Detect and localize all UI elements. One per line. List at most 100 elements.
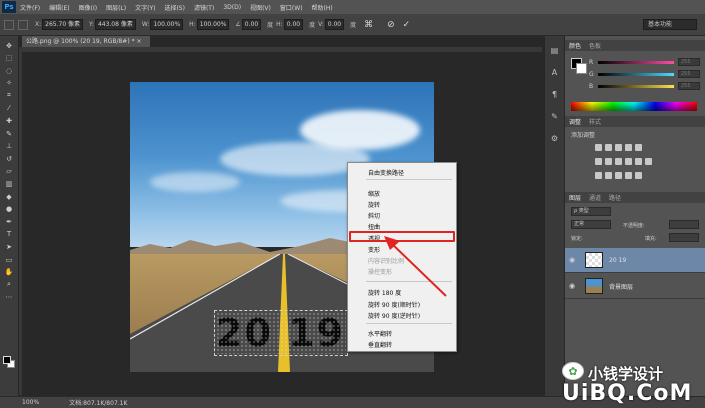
curves-icon[interactable] xyxy=(615,144,622,151)
properties-panel-icon[interactable]: ⚙ xyxy=(549,132,561,144)
foreground-color-swatch[interactable] xyxy=(3,356,11,364)
type-icon[interactable]: T xyxy=(2,229,16,240)
color-spectrum[interactable] xyxy=(571,102,697,111)
magic-wand-icon[interactable]: ✧ xyxy=(2,78,16,89)
slider-value[interactable]: 255 xyxy=(678,70,700,78)
tab-paths[interactable]: 路径 xyxy=(609,193,621,202)
gradient-map-icon[interactable] xyxy=(625,172,632,179)
v-skew-field[interactable]: 0.00 xyxy=(324,19,345,30)
slider-red[interactable]: R 255 xyxy=(589,58,700,66)
ctx-rotate-90-ccw[interactable]: 旋转 90 度(逆时针) xyxy=(368,311,420,320)
blur-icon[interactable]: ◆ xyxy=(2,191,16,202)
menu-window[interactable]: 窗口(W) xyxy=(280,3,303,12)
y-field[interactable]: 443.08 像素 xyxy=(94,19,136,30)
document-tab[interactable]: 公路.png @ 100% (20 19, RGB/8#) * × xyxy=(22,36,150,47)
opacity-field[interactable] xyxy=(669,220,699,229)
tab-color[interactable]: 颜色 xyxy=(569,41,581,50)
menu-edit[interactable]: 编辑(E) xyxy=(49,3,69,12)
menu-view[interactable]: 视图(V) xyxy=(250,3,271,12)
transform-tool-icon[interactable] xyxy=(4,19,14,30)
layer-row-text[interactable]: ◉ 20 19 xyxy=(565,248,705,273)
black-white-icon[interactable] xyxy=(615,158,622,165)
eyedropper-icon[interactable]: ⁄ xyxy=(2,103,16,114)
menu-3d[interactable]: 3D(D) xyxy=(223,4,241,11)
eye-icon[interactable]: ◉ xyxy=(565,282,579,290)
move-icon[interactable]: ✥ xyxy=(2,40,16,51)
width-field[interactable]: 100.00% xyxy=(150,19,184,30)
invert-icon[interactable] xyxy=(595,172,602,179)
fill-field[interactable] xyxy=(669,233,699,242)
edit-toolbar-icon[interactable]: ⋯ xyxy=(2,292,16,303)
layer-name[interactable]: 背景图层 xyxy=(609,282,633,291)
tab-layers[interactable]: 图层 xyxy=(569,193,581,202)
eye-icon[interactable]: ◉ xyxy=(565,256,579,264)
selective-color-icon[interactable] xyxy=(635,172,642,179)
layer-row-background[interactable]: ◉ 背景图层 xyxy=(565,274,705,299)
hand-icon[interactable]: ✋ xyxy=(2,267,16,278)
history-panel-icon[interactable]: ▤ xyxy=(549,44,561,56)
paragraph-panel-icon[interactable]: ¶ xyxy=(549,88,561,100)
character-panel-icon[interactable]: A xyxy=(549,66,561,78)
menu-layer[interactable]: 图层(L) xyxy=(106,3,126,12)
exposure-icon[interactable] xyxy=(625,144,632,151)
photo-filter-icon[interactable] xyxy=(625,158,632,165)
vibrance-icon[interactable] xyxy=(635,144,642,151)
menu-file[interactable]: 文件(F) xyxy=(20,3,40,12)
threshold-icon[interactable] xyxy=(615,172,622,179)
shape-icon[interactable]: ▭ xyxy=(2,254,16,265)
menu-select[interactable]: 选择(S) xyxy=(164,3,185,12)
hue-saturation-icon[interactable] xyxy=(595,158,602,165)
lasso-icon[interactable]: ◌ xyxy=(2,65,16,76)
slider-value[interactable]: 255 xyxy=(678,82,700,90)
slider-track[interactable] xyxy=(598,60,674,64)
reference-point-icon[interactable] xyxy=(18,19,28,30)
slider-value[interactable]: 255 xyxy=(678,58,700,66)
menu-filter[interactable]: 滤镜(T) xyxy=(194,3,214,12)
color-balance-icon[interactable] xyxy=(605,158,612,165)
menu-help[interactable]: 帮助(H) xyxy=(312,3,333,12)
menu-image[interactable]: 图像(I) xyxy=(79,3,97,12)
panel-background-swatch[interactable] xyxy=(576,63,587,74)
h-skew-field[interactable]: 0.00 xyxy=(283,19,304,30)
stamp-icon[interactable]: ⊥ xyxy=(2,141,16,152)
workspace-select[interactable]: 基本功能 xyxy=(643,19,697,30)
cancel-icon[interactable]: ⊘ xyxy=(387,20,395,30)
ctx-flip-horizontal[interactable]: 水平翻转 xyxy=(368,329,392,338)
history-brush-icon[interactable]: ↺ xyxy=(2,153,16,164)
ctx-scale[interactable]: 缩放 xyxy=(368,189,380,198)
x-field[interactable]: 265.70 像素 xyxy=(42,19,84,30)
zoom-icon[interactable]: ⌕ xyxy=(2,279,16,290)
layer-name[interactable]: 20 19 xyxy=(609,257,626,264)
transform-bounding-box[interactable] xyxy=(214,310,348,356)
warp-mode-icon[interactable]: ⌘ xyxy=(364,20,373,30)
blend-mode-select[interactable]: 正常 xyxy=(571,220,611,229)
healing-icon[interactable]: ✚ xyxy=(2,116,16,127)
ctx-rotate[interactable]: 旋转 xyxy=(368,200,380,209)
layer-filter-select[interactable]: ρ 类型 xyxy=(571,207,611,216)
ctx-flip-vertical[interactable]: 垂直翻转 xyxy=(368,340,392,349)
brush-panel-icon[interactable]: ✎ xyxy=(549,110,561,122)
color-lookup-icon[interactable] xyxy=(645,158,652,165)
pen-icon[interactable]: ✒ xyxy=(2,216,16,227)
levels-icon[interactable] xyxy=(605,144,612,151)
brightness-icon[interactable] xyxy=(595,144,602,151)
brush-icon[interactable]: ✎ xyxy=(2,128,16,139)
ctx-free-transform-path[interactable]: 自由变换路径 xyxy=(368,168,404,177)
ctx-warp[interactable]: 变形 xyxy=(368,245,380,254)
marquee-icon[interactable]: ⬚ xyxy=(2,53,16,64)
slider-track[interactable] xyxy=(598,84,674,88)
tab-styles[interactable]: 样式 xyxy=(589,117,601,126)
slider-blue[interactable]: B 255 xyxy=(589,82,700,90)
path-select-icon[interactable]: ➤ xyxy=(2,242,16,253)
dodge-icon[interactable]: ● xyxy=(2,204,16,215)
tab-channels[interactable]: 通道 xyxy=(589,193,601,202)
ctx-distort[interactable]: 扭曲 xyxy=(368,222,380,231)
eraser-icon[interactable]: ▱ xyxy=(2,166,16,177)
tab-swatches[interactable]: 色板 xyxy=(589,41,601,50)
channel-mixer-icon[interactable] xyxy=(635,158,642,165)
slider-green[interactable]: G 255 xyxy=(589,70,700,78)
posterize-icon[interactable] xyxy=(605,172,612,179)
angle-field[interactable]: 0.00 xyxy=(241,19,262,30)
menu-type[interactable]: 文字(Y) xyxy=(135,3,155,12)
height-field[interactable]: 100.00% xyxy=(196,19,230,30)
